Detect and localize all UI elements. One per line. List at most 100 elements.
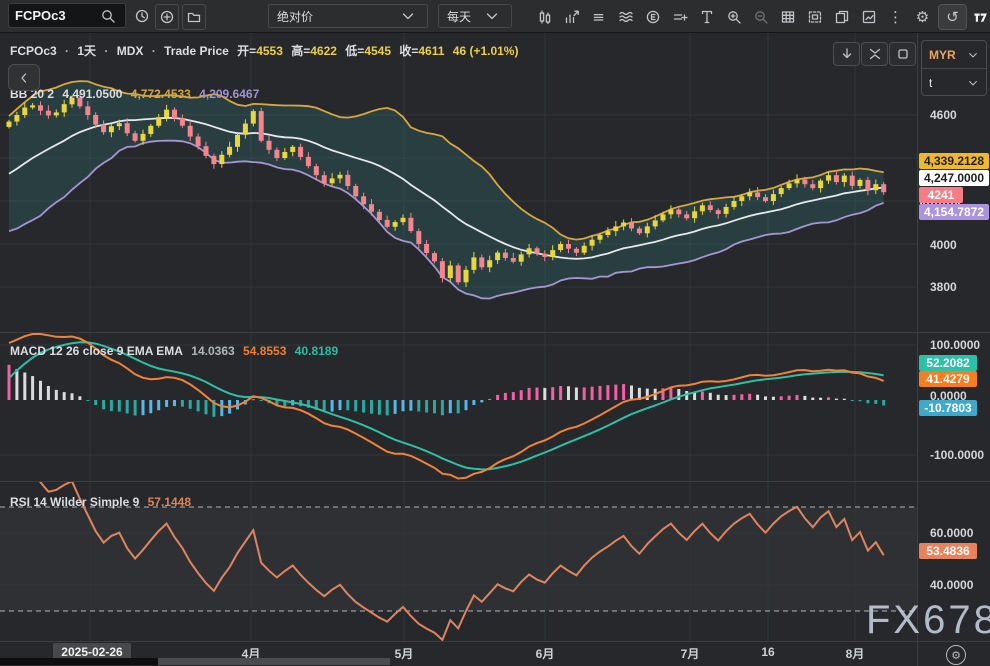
compare-icon[interactable] [666,5,693,29]
price-tick: 4600 [918,107,990,123]
rsi-tick: 60.0000 [918,525,990,541]
time-tick: 5月 [395,645,414,662]
bb-basis-value: 4,491.0500 [62,87,122,101]
macd-legend-row: MACD 12 26 close 9 EMA EMA 14.0363 54.85… [10,344,343,358]
events-icon[interactable] [639,5,666,29]
macd-name: MACD 12 26 close 9 EMA EMA [10,344,183,358]
main-legend-row: FCPOc3 · 1天 · MDX · Trade Price 开=4553 高… [10,42,523,59]
time-tick: 6月 [536,645,555,662]
price-tick: 4000 [918,237,990,253]
macd-tick: -100.0000 [918,447,990,463]
chevron-left-icon [13,66,35,90]
unit-label: t [929,76,932,90]
last-price-badge: 4241 [919,187,963,203]
collapse-panel-button[interactable] [861,42,888,66]
macd-signal-badge: 52.2082 [919,355,977,371]
symbol-search-box[interactable]: FCPOc3 [8,3,126,28]
panel-separator[interactable] [0,332,990,333]
price-tick: 3800 [918,279,990,295]
maximize-panel-button[interactable] [889,42,916,66]
undo-icon[interactable]: ↺ [938,4,967,30]
legend-separator: · [65,44,69,58]
currency-dropdown[interactable]: MYR [922,41,986,68]
unit-dropdown[interactable]: t [922,68,986,96]
indicators-icon[interactable] [558,5,585,29]
macd-line-value: 54.8553 [243,344,286,358]
scrollbar-thumb[interactable] [158,658,390,665]
legend-separator: · [152,44,156,58]
legend-symbol: FCPOc3 [10,44,57,58]
time-tick: 8月 [846,645,865,662]
macd-signal-value: 40.8189 [295,344,338,358]
maximize-icon [892,42,914,66]
prev-close-badge: 4,247.0000 [919,170,989,186]
more-icon[interactable]: ⋮ [882,5,909,29]
interval-dropdown[interactable]: 每天 [438,4,512,28]
rsi-tick: 40.0000 [918,577,990,593]
axis-corner-separator [917,642,918,666]
close-label: 收= [399,44,418,58]
arrow-down-icon [836,42,858,66]
bb-lower-value: 4,209.6467 [199,87,259,101]
grid-icon[interactable] [774,5,801,29]
open-value: 4553 [256,44,283,58]
price-axis[interactable]: MYR t 4600 4,339.2128 4,247.0000 4241 4,… [917,32,990,641]
symbol-input[interactable]: FCPOc3 [15,8,97,23]
time-tick: 7月 [681,645,700,662]
tradingview-logo[interactable] [967,5,990,29]
zoom-in-icon[interactable] [720,5,747,29]
macd-hist-value: 14.0363 [191,344,234,358]
low-label: 低= [345,44,364,58]
bb-legend-row: BB 20 2 4,491.0500 4,772.4533 4,209.6467 [10,87,264,101]
folder-icon[interactable] [182,4,206,30]
screenshot-icon[interactable] [801,5,828,29]
legend-exchange: MDX [117,44,144,58]
fx678-watermark: FX678 [866,600,990,640]
high-value: 4622 [310,44,337,58]
bb-lower-badge: 4,154.7872 [919,204,989,220]
bb-upper-value: 4,772.4533 [131,87,191,101]
panel-separator[interactable] [0,481,990,482]
settings-gear-icon[interactable]: ⚙ [909,5,936,29]
top-toolbar: FCPOc3 绝对价 每天 ≡ ⋮ ⚙ ↺ [0,0,990,33]
scrollbar-track [0,658,158,665]
axis-settings-gear-icon[interactable]: ⚙ [946,645,966,665]
macd-line-badge: 41.4279 [919,371,977,387]
currency-label: MYR [929,48,956,62]
price-mode-label: 绝对价 [277,8,313,25]
price-mode-dropdown[interactable]: 绝对价 [268,4,428,28]
legend-separator: · [104,44,108,58]
high-label: 高= [291,44,310,58]
patterns-icon[interactable] [612,5,639,29]
zoom-out-icon[interactable] [747,5,774,29]
add-symbol-icon[interactable] [155,4,179,30]
rsi-name: RSI 14 Wilder Simple 9 [10,495,139,509]
clock-icon[interactable] [131,4,153,28]
currency-unit-selector[interactable]: MYR t [921,40,987,96]
text-tool-icon[interactable] [693,5,720,29]
back-button[interactable] [8,64,40,91]
low-value: 4545 [364,44,391,58]
chevron-down-icon [481,4,503,28]
toolbar-icon-group: ≡ ⋮ ⚙ ↺ [531,4,990,30]
rsi-badge: 53.4836 [919,543,977,559]
scroll-to-recent-button[interactable] [833,42,860,66]
chevron-down-icon [967,43,979,67]
legend-interval: 1天 [77,44,96,58]
candle-style-icon[interactable] [531,5,558,29]
macd-tick: 100.0000 [918,337,990,353]
collapse-icon [864,42,886,66]
layout-lines-icon[interactable]: ≡ [585,5,612,29]
open-label: 开= [237,44,256,58]
change-value: 46 (+1.01%) [453,44,519,58]
close-value: 4611 [418,44,444,58]
search-icon [97,4,119,28]
chart-stats-icon[interactable] [855,5,882,29]
macd-hist-badge: -10.7803 [919,400,977,416]
bb-upper-badge: 4,339.2128 [919,153,989,169]
chevron-down-icon [967,71,979,95]
rsi-value: 57.1448 [148,495,191,509]
main-price-chart[interactable] [0,32,917,332]
legend-price-type: Trade Price [164,44,229,58]
copy-icon[interactable] [828,5,855,29]
